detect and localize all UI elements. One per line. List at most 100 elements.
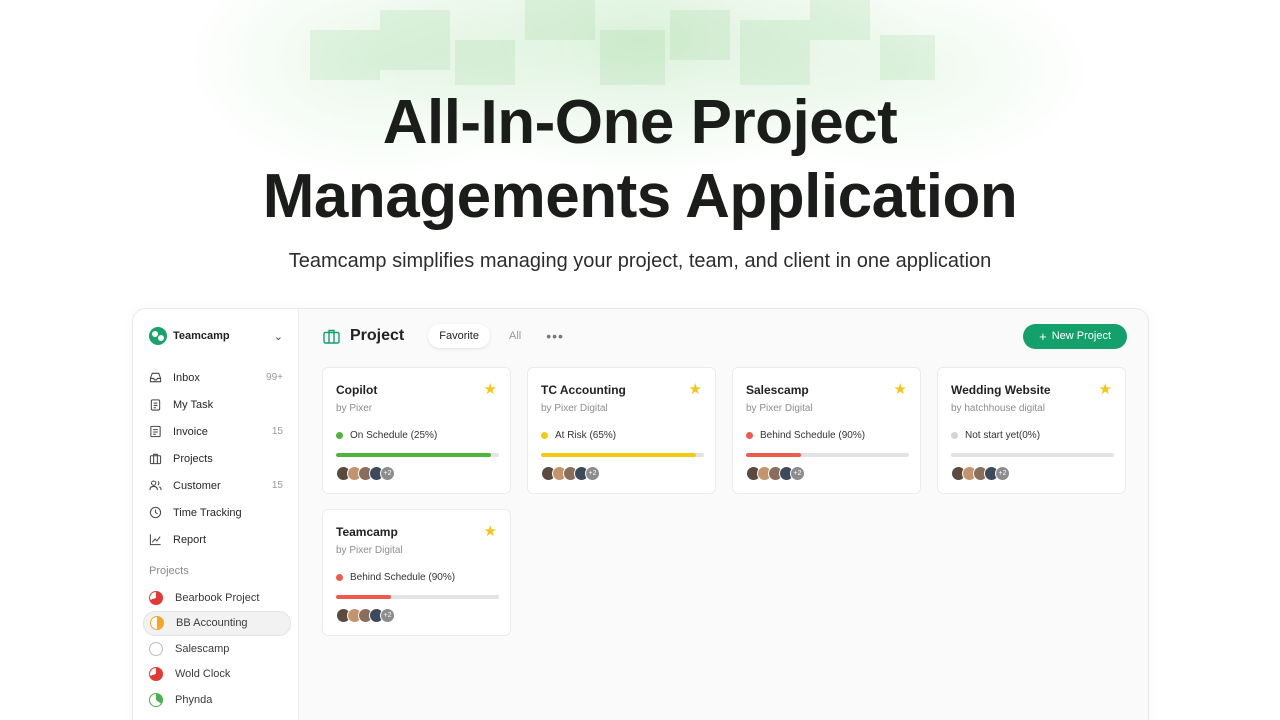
project-item-bb-accounting[interactable]: BB Accounting: [143, 610, 291, 636]
sidebar-item-count: 15: [271, 480, 283, 491]
sidebar-nav: Inbox 99+ My Task Invoice 15 Projects Cu…: [149, 364, 283, 553]
sidebar-item-label: Inbox: [173, 371, 200, 384]
page-title: Project: [350, 327, 405, 344]
users-icon: [149, 480, 162, 491]
sidebar-item-label: Customer: [173, 479, 221, 492]
avatar-more-count: +2: [995, 466, 1010, 481]
project-card-owner: by Pixer: [336, 403, 373, 414]
project-card[interactable]: Salescamp ★ by Pixer Digital Behind Sche…: [732, 367, 921, 494]
project-item-label: BB Accounting: [176, 617, 248, 630]
main-content: Project Favorite All ••• + New Project C…: [299, 309, 1148, 720]
project-card-owner: by Pixer Digital: [541, 403, 608, 414]
star-icon[interactable]: ★: [689, 380, 702, 398]
status-dot-icon: [951, 432, 958, 439]
project-card-owner: by Pixer Digital: [336, 545, 403, 556]
status-dot-icon: [746, 432, 753, 439]
sidebar-item-inbox[interactable]: Inbox 99+: [149, 364, 283, 391]
project-card-title: TC Accounting: [541, 383, 626, 397]
project-status-label: Not start yet(0%): [965, 430, 1041, 441]
project-progress-icon: [149, 667, 163, 682]
progress-fill: [746, 453, 802, 457]
sidebar: Teamcamp ⌄ Inbox 99+ My Task Invoice 15 …: [133, 309, 299, 720]
project-status-label: At Risk (65%): [555, 430, 617, 441]
avatar-more-count: +2: [790, 466, 805, 481]
project-card[interactable]: Copilot ★ by Pixer On Schedule (25%) +2: [322, 367, 511, 494]
briefcase-icon: [323, 329, 340, 344]
progress-bar: [541, 453, 704, 457]
project-card-title: Salescamp: [746, 383, 809, 397]
workspace-name: Teamcamp: [173, 330, 230, 342]
workspace-switcher[interactable]: Teamcamp ⌄: [149, 326, 283, 346]
status-dot-icon: [541, 432, 548, 439]
project-card[interactable]: Teamcamp ★ by Pixer Digital Behind Sched…: [322, 509, 511, 636]
project-item-label: Wold Clock: [175, 668, 231, 681]
new-project-button[interactable]: + New Project: [1023, 323, 1127, 349]
member-avatars[interactable]: +2: [951, 466, 1010, 481]
tab-favorite[interactable]: Favorite: [428, 324, 490, 348]
sidebar-item-label: Projects: [173, 452, 213, 465]
briefcase-icon: [149, 453, 162, 465]
project-card[interactable]: Wedding Website ★ by hatchhouse digital …: [937, 367, 1126, 494]
star-icon[interactable]: ★: [1099, 380, 1112, 398]
chart-icon: [149, 534, 161, 546]
tab-all[interactable]: All: [498, 324, 532, 348]
app-window: Teamcamp ⌄ Inbox 99+ My Task Invoice 15 …: [132, 308, 1149, 720]
star-icon[interactable]: ★: [894, 380, 907, 398]
sidebar-item-my-task[interactable]: My Task: [149, 391, 283, 418]
progress-bar: [336, 595, 499, 599]
status-dot-icon: [336, 574, 343, 581]
star-icon[interactable]: ★: [484, 380, 497, 398]
star-icon[interactable]: ★: [484, 522, 497, 540]
project-status: Not start yet(0%): [951, 430, 1040, 441]
project-status: On Schedule (25%): [336, 430, 437, 441]
member-avatars[interactable]: +2: [336, 466, 395, 481]
sidebar-item-invoice[interactable]: Invoice 15: [149, 418, 283, 445]
project-progress-icon: [150, 616, 164, 631]
project-item-label: Phynda: [175, 693, 213, 706]
project-progress-icon: [149, 641, 163, 656]
sidebar-item-time-tracking[interactable]: Time Tracking: [149, 499, 283, 526]
project-card-owner: by Pixer Digital: [746, 403, 813, 414]
project-status-label: Behind Schedule (90%): [760, 430, 866, 441]
more-horizontal-icon[interactable]: •••: [546, 328, 564, 344]
sidebar-item-projects[interactable]: Projects: [149, 445, 283, 472]
project-item-wold-clock[interactable]: Wold Clock: [143, 662, 291, 688]
sidebar-item-customer[interactable]: Customer 15: [149, 472, 283, 499]
project-progress-icon: [149, 692, 163, 707]
hero-title-line2: Managements Application: [262, 162, 1018, 231]
teamcamp-logo-icon: [149, 327, 167, 345]
sidebar-item-count: 15: [271, 426, 283, 437]
project-status: Behind Schedule (90%): [336, 572, 455, 583]
project-item-label: Bearbook Project: [175, 591, 260, 604]
progress-fill: [336, 595, 392, 599]
inbox-icon: [149, 372, 162, 383]
project-item-label: Salescamp: [175, 642, 230, 655]
project-list: Bearbook Project BB Accounting Salescamp…: [143, 585, 291, 713]
project-item-salescamp[interactable]: Salescamp: [143, 636, 291, 662]
clock-icon: [149, 506, 162, 519]
project-card[interactable]: TC Accounting ★ by Pixer Digital At Risk…: [527, 367, 716, 494]
project-status: Behind Schedule (90%): [746, 430, 865, 441]
project-status: At Risk (65%): [541, 430, 616, 441]
member-avatars[interactable]: +2: [336, 608, 395, 623]
member-avatars[interactable]: +2: [541, 466, 600, 481]
chevron-down-icon[interactable]: ⌄: [274, 330, 283, 343]
status-dot-icon: [336, 432, 343, 439]
project-item-bearbook[interactable]: Bearbook Project: [143, 585, 291, 611]
member-avatars[interactable]: +2: [746, 466, 805, 481]
hero-title: All-In-One Project Managements Applicati…: [0, 86, 1280, 234]
sidebar-item-label: Time Tracking: [173, 506, 242, 519]
progress-bar: [951, 453, 1114, 457]
plus-icon: +: [1039, 328, 1047, 344]
progress-fill: [336, 453, 491, 457]
new-project-label: New Project: [1051, 330, 1111, 342]
avatar-more-count: +2: [585, 466, 600, 481]
progress-bar: [336, 453, 499, 457]
project-status-label: Behind Schedule (90%): [350, 572, 456, 583]
avatar-more-count: +2: [380, 466, 395, 481]
avatar-more-count: +2: [380, 608, 395, 623]
sidebar-item-report[interactable]: Report: [149, 526, 283, 553]
project-item-phynda[interactable]: Phynda: [143, 687, 291, 713]
hero-subtitle: Teamcamp simplifies managing your projec…: [288, 250, 992, 272]
sidebar-item-count: 99+: [266, 372, 283, 383]
